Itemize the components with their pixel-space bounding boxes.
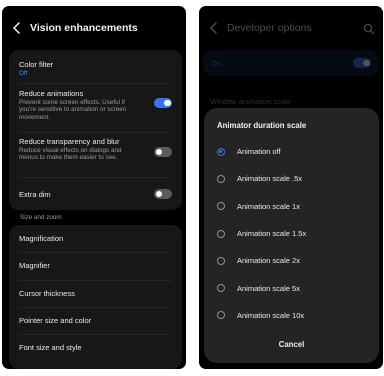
cursor-thickness-item[interactable]: Cursor thickness [9, 279, 182, 307]
back-icon[interactable] [10, 20, 22, 36]
radio-icon[interactable] [217, 202, 225, 211]
option-label: Animation scale 2x [237, 256, 300, 266]
section-label-size-zoom: Size and zoom [20, 214, 62, 221]
option-label: Animation scale .5x [237, 174, 303, 184]
reduce-animations-item[interactable]: Reduce animations Prevent some screen ef… [9, 83, 182, 132]
reduce-transparency-description: Reduce visual effects on dialogs and men… [19, 147, 122, 162]
radio-icon[interactable] [217, 256, 225, 265]
font-size-style-item[interactable]: Font size and style [9, 334, 182, 361]
option-label: Animation scale 1x [237, 201, 300, 211]
vision-settings-card: Color filter Off Reduce animations Preve… [9, 50, 182, 210]
magnifier-item[interactable]: Magnifier [9, 252, 182, 279]
option-animation-scale-10x[interactable]: Animation scale 10x [204, 302, 379, 329]
animator-duration-dialog: Animator duration scale Animation off An… [204, 108, 379, 363]
reduce-transparency-item[interactable]: Reduce transparency and blur Reduce visu… [9, 132, 182, 177]
reduce-transparency-toggle[interactable] [154, 147, 172, 157]
magnification-item[interactable]: Magnification [9, 225, 182, 252]
option-label: Animation scale 10x [237, 310, 305, 320]
option-animation-scale-1x[interactable]: Animation scale 1x [204, 193, 379, 220]
reduce-transparency-title: Reduce transparency and blur [19, 137, 120, 146]
dialog-title: Animator duration scale [217, 121, 307, 130]
extra-dim-toggle[interactable] [154, 189, 172, 199]
pointer-size-color-item[interactable]: Pointer size and color [9, 306, 182, 334]
header: Vision enhancements [2, 6, 186, 50]
option-animation-scale-2x[interactable]: Animation scale 2x [204, 247, 379, 274]
option-animation-off[interactable]: Animation off [204, 138, 379, 165]
radio-icon[interactable] [217, 311, 225, 320]
reduce-animations-title: Reduce animations [19, 89, 84, 98]
color-filter-status: Off [19, 70, 28, 77]
option-label: Animation scale 5x [237, 283, 300, 293]
toggle-knob [155, 148, 162, 155]
radio-icon[interactable] [217, 229, 225, 238]
radio-icon[interactable] [217, 284, 225, 293]
color-filter-title: Color filter [19, 60, 54, 69]
extra-dim-item[interactable]: Extra dim [9, 177, 182, 210]
option-label: Animation scale 1.5x [237, 229, 307, 239]
developer-options-screen: Developer options On Window animation sc… [199, 6, 383, 369]
reduce-animations-toggle[interactable] [154, 98, 172, 108]
size-zoom-card: Magnification Magnifier Cursor thickness… [9, 225, 182, 369]
page-title: Vision enhancements [30, 22, 138, 34]
color-filter-item[interactable]: Color filter Off [9, 50, 182, 83]
reduce-animations-description: Prevent some screen effects. Useful if y… [19, 99, 127, 121]
option-animation-scale-1-5x[interactable]: Animation scale 1.5x [204, 220, 379, 247]
vision-enhancements-screen: Vision enhancements Color filter Off Red… [2, 6, 186, 369]
option-label: Animation off [237, 147, 281, 157]
option-animation-scale-5x[interactable]: Animation scale 5x [204, 275, 379, 302]
toggle-knob [155, 190, 162, 197]
cancel-button[interactable]: Cancel [204, 340, 379, 349]
radio-selected-icon[interactable] [217, 147, 225, 156]
option-animation-scale-0-5x[interactable]: Animation scale .5x [204, 165, 379, 192]
toggle-knob [164, 99, 171, 106]
extra-dim-title: Extra dim [19, 190, 51, 199]
radio-icon[interactable] [217, 174, 225, 183]
